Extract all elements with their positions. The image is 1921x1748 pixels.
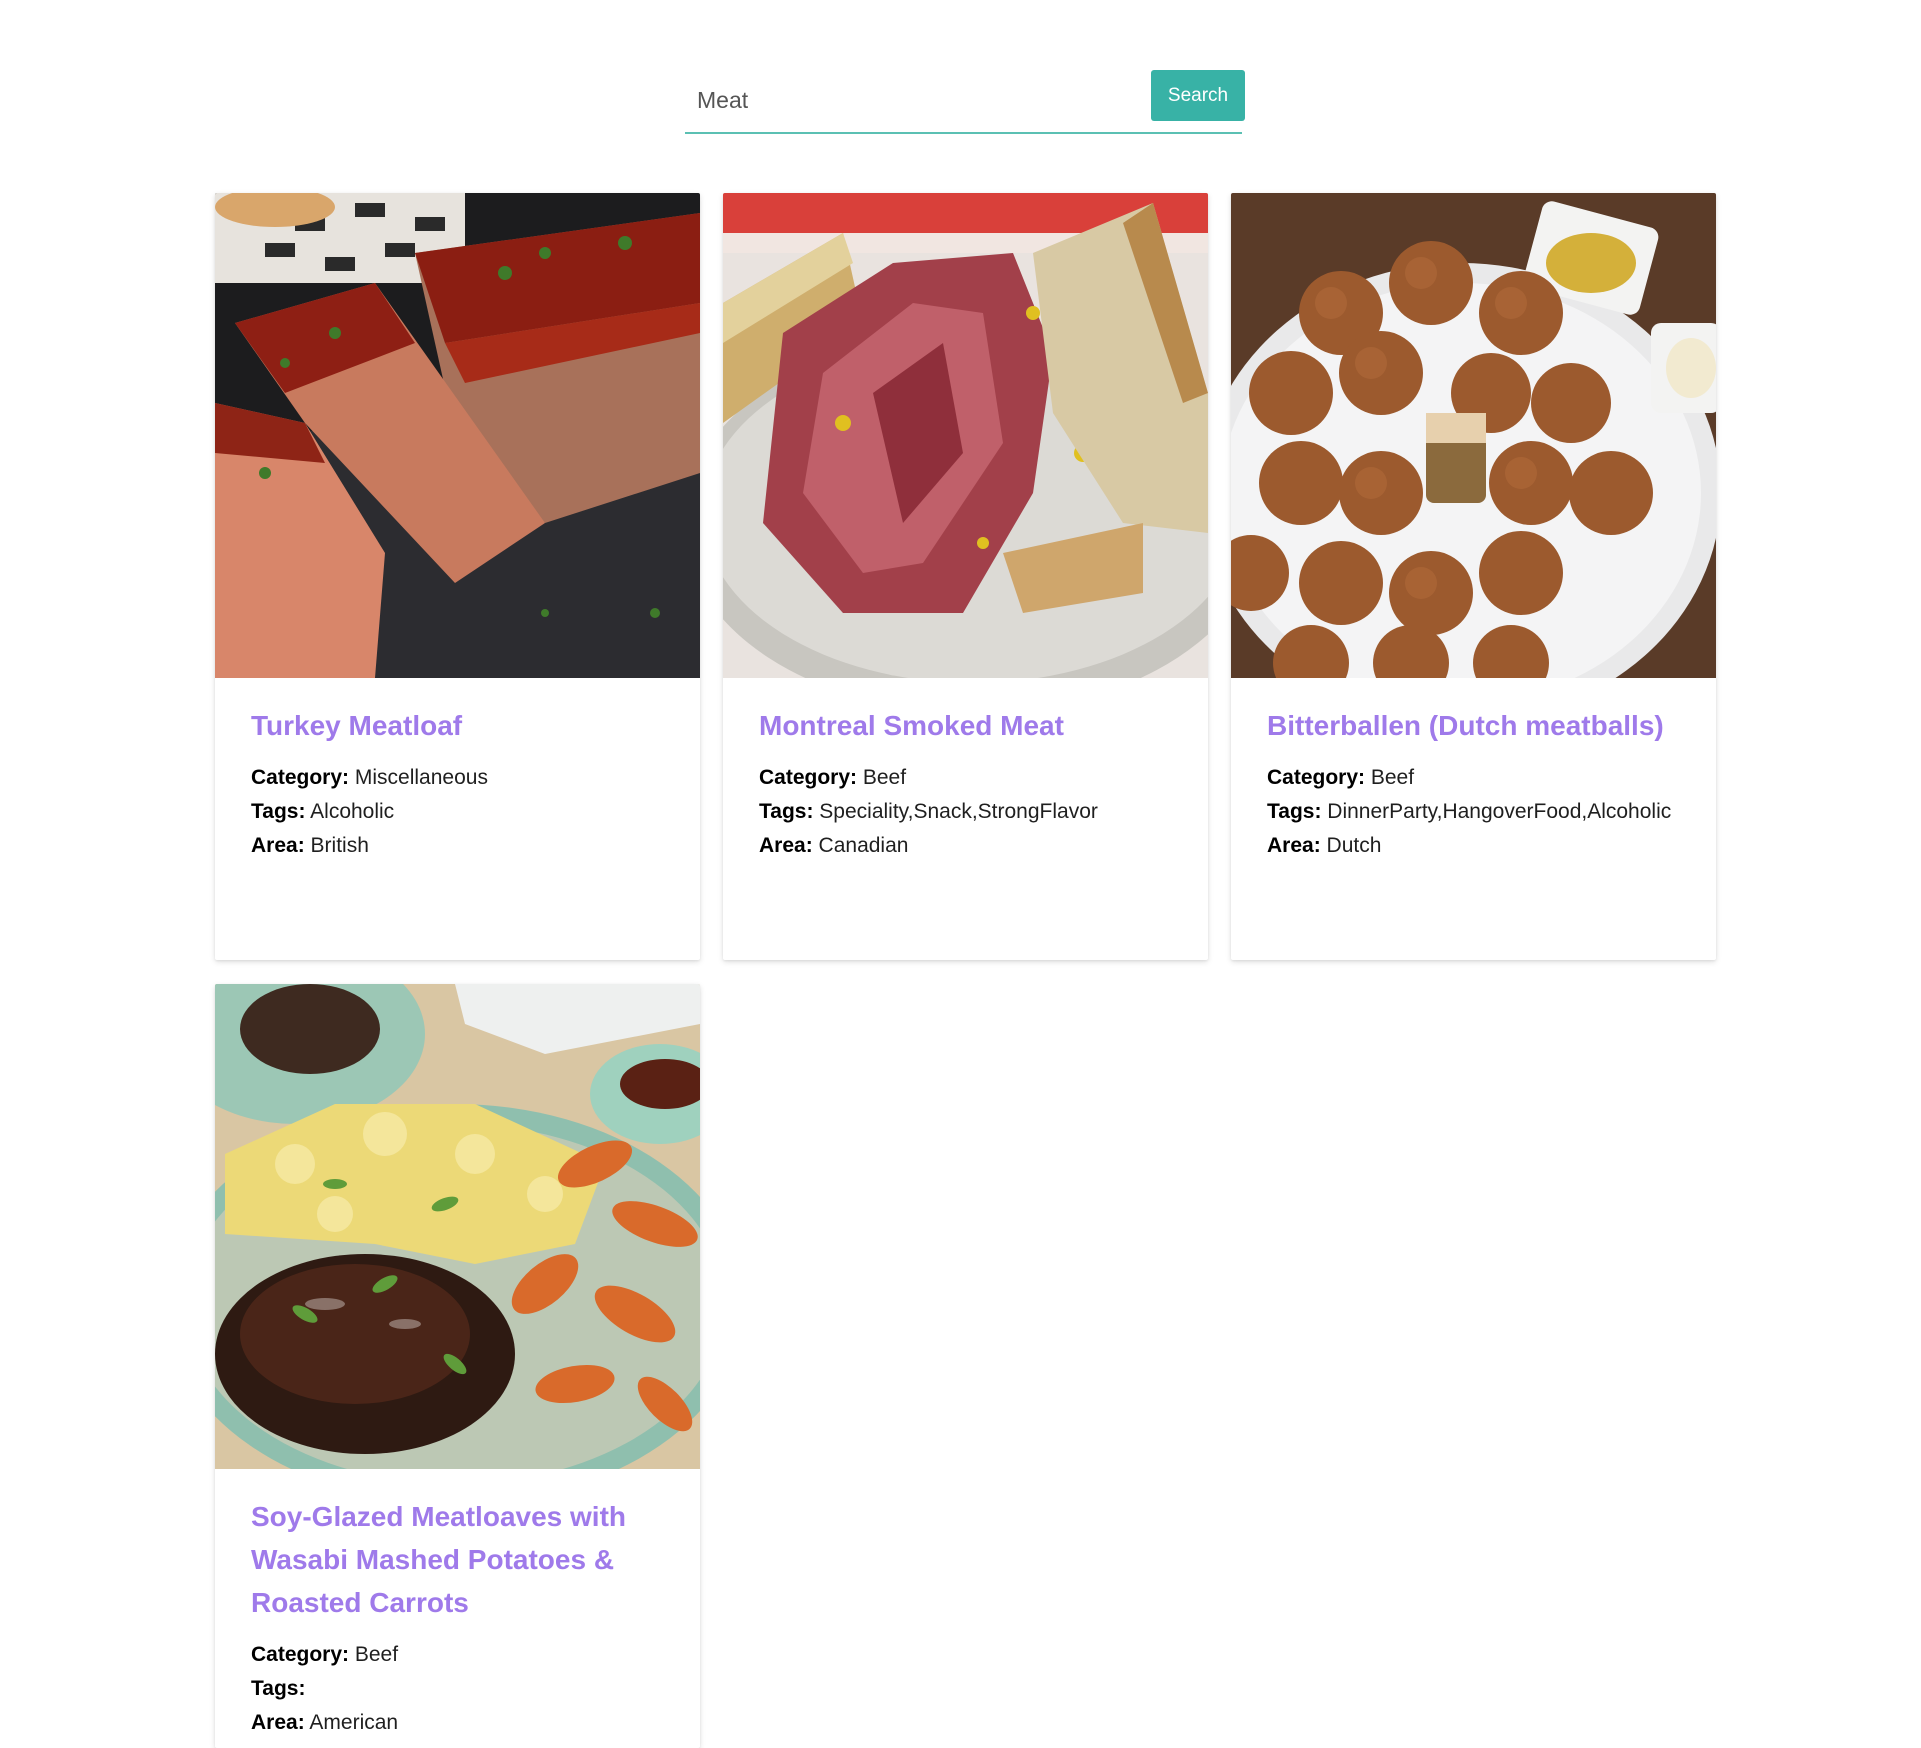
meal-category: Category: Beef: [251, 1643, 399, 1666]
meal-card: Soy-Glazed Meatloaves with Wasabi Mashed…: [215, 984, 700, 1748]
meal-area: Area: British: [251, 834, 369, 857]
smoked-meat-sandwich-photo: [723, 193, 1208, 678]
meal-category: Category: Miscellaneous: [251, 766, 488, 789]
meal-area: Area: American: [251, 1711, 399, 1734]
meal-title[interactable]: Montreal Smoked Meat: [759, 704, 1172, 747]
meal-title[interactable]: Turkey Meatloaf: [251, 704, 664, 747]
meal-image[interactable]: [215, 193, 700, 678]
fried-meatballs-photo: [1231, 193, 1716, 678]
meal-category: Category: Beef: [1267, 766, 1415, 789]
meal-image[interactable]: [723, 193, 1208, 678]
meal-area: Area: Dutch: [1267, 834, 1382, 857]
search-button[interactable]: Search: [1151, 70, 1245, 121]
meal-area: Area: Canadian: [759, 834, 909, 857]
meal-category: Category: Beef: [759, 766, 907, 789]
meal-card: Bitterballen (Dutch meatballs) Category:…: [1231, 193, 1716, 960]
meal-title[interactable]: Soy-Glazed Meatloaves with Wasabi Mashed…: [251, 1495, 664, 1624]
meal-tags: Tags:: [251, 1677, 306, 1700]
search-input[interactable]: [685, 70, 1145, 130]
search-bar: Search: [685, 70, 1245, 134]
meal-image[interactable]: [215, 984, 700, 1469]
meal-card: Turkey Meatloaf Category: Miscellaneous …: [215, 193, 700, 960]
meal-tags: Tags: Speciality,Snack,StrongFlavor: [759, 800, 1098, 823]
meatloaf-photo: [215, 193, 700, 678]
meal-card: Montreal Smoked Meat Category: Beef Tags…: [723, 193, 1208, 960]
meal-image[interactable]: [1231, 193, 1716, 678]
meal-tags: Tags: DinnerParty,HangoverFood,Alcoholic: [1267, 800, 1672, 823]
glazed-meatloaf-plate-photo: [215, 984, 700, 1469]
meal-tags: Tags: Alcoholic: [251, 800, 395, 823]
meal-title[interactable]: Bitterballen (Dutch meatballs): [1267, 704, 1680, 747]
